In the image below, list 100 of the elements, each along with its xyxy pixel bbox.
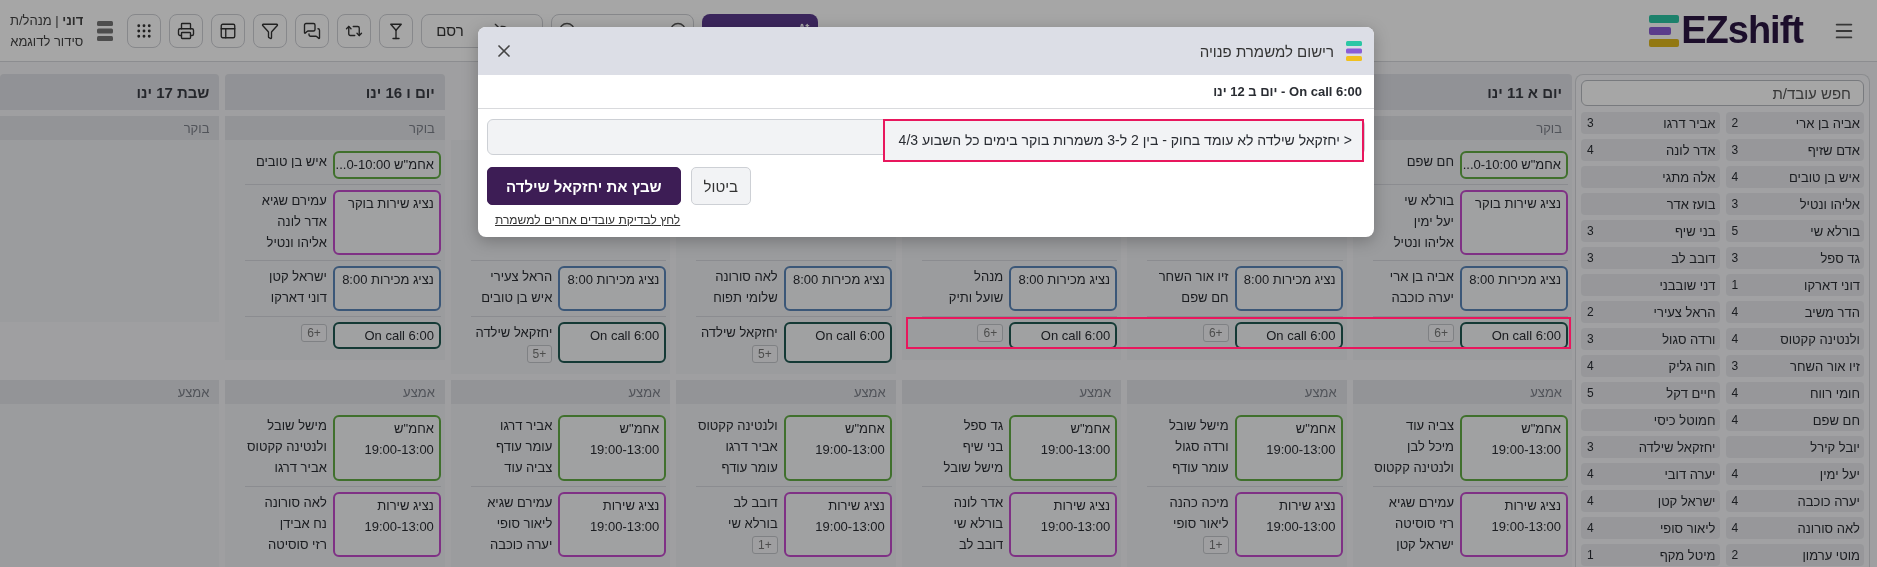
list-icon [97,20,114,41]
employee-name: אליהו ונטיל [266,234,327,252]
employee-name: איש בן טובים [255,153,327,171]
shift-title: נציג שירות בוקר [1475,195,1561,213]
shift-card[interactable]: נציג מכירות 8:00 [783,266,892,311]
shift-time: 19:00-13:00 [1040,441,1111,459]
employee-name: צביה עוד [1406,417,1454,435]
more-badge[interactable]: +5 [752,345,778,363]
shift-card[interactable]: נציג שירות בוקר [332,190,441,255]
employee-name: הראל צעירי [490,268,553,286]
layout-button[interactable] [211,13,246,48]
layout-icon [219,21,238,40]
shift-title: On call 6:00 [1491,327,1561,345]
shift-card[interactable]: נציג מכירות 8:00 [332,266,441,311]
shift-card[interactable]: נציג מכירות 8:00 [1234,266,1343,311]
shift-card[interactable]: On call 6:00 [1009,322,1118,349]
shift-title: נציג שירות [828,497,885,515]
filter-button[interactable] [253,13,288,48]
apps-icon [135,21,154,40]
shift-card[interactable]: On call 6:00 [332,322,441,349]
shift-card[interactable]: On call 6:00 [1234,322,1343,349]
shift-title: אחמ"ש [1070,420,1111,438]
shift-title: נציג מכירות 8:00 [342,271,434,289]
more-badge[interactable]: +5 [526,345,553,363]
shift-card[interactable]: נציג מכירות 8:00 [558,266,667,311]
more-badge[interactable]: +1 [752,536,778,554]
shift-card[interactable]: נציג מכירות 8:00 [1009,266,1118,311]
section-header: אמצע [450,380,671,404]
shift-time: 19:00-13:00 [589,441,660,459]
employee-item[interactable]: חמוטל כיסי [1581,409,1720,431]
employee-name: ישראל קטן [269,268,327,286]
shift-time: 19:00-13:00 [815,441,885,459]
employee-name: ישראל קטן [1396,536,1454,554]
employee-name: מיכל לבן [1407,438,1454,456]
shift-title: On call 6:00 [364,327,434,345]
shift-card[interactable]: אחמ"ש 0-10:00... [332,151,441,179]
employee-name: אביר דרגו [725,438,778,456]
employee-item[interactable]: דני שובבני [1581,274,1720,296]
more-badge[interactable]: +6 [1202,324,1229,342]
logo: EZshift [1681,9,1803,52]
shift-card[interactable]: On call 6:00 [558,322,667,363]
apps-button[interactable] [127,13,162,48]
chat-button[interactable] [295,13,330,48]
shift-title: נציג מכירות 8:00 [1243,271,1336,289]
more-badge[interactable]: +1 [1202,536,1229,554]
employee-name: אביה בן ארי [1389,268,1454,286]
employee-name: מיכה כהנה [1169,494,1229,512]
more-badge[interactable]: +6 [1428,324,1454,342]
check-others-link[interactable]: לחץ לבדיקת עובדים אחרים למשמרת [495,213,681,227]
employee-name: ליאור סופי [496,515,553,533]
employee-name: ולנטינה קקטוס [247,438,327,456]
day-header: שבת 17 ינו [0,74,220,110]
search-field[interactable]: חפש עובד/ת [1581,80,1864,106]
dialog-title: רישום למשמרת פנויה [1199,42,1334,60]
employee-name: בורלא שי [953,515,1004,533]
shift-time: 19:00-13:00 [364,441,434,459]
employee-name: גד ספל [963,417,1004,435]
employee-name: חם שפם [1181,289,1229,307]
shift-time: 19:00-13:00 [364,518,434,536]
employee-name: אליהו ונטיל [1393,234,1454,252]
employee-item[interactable]: יובל קירל [1725,436,1864,458]
employee-name: לאה סורונה [715,268,778,286]
employee-name: בורלא שי [1404,192,1454,210]
employee-name: בורלא שי [728,515,778,533]
employee-name: עמירם שגיא [261,192,327,210]
employee-name: אדר לונה [953,494,1004,512]
employee-name: צביה עוד [504,459,553,477]
assign-button[interactable]: שבץ את יחזקאל שילדה [487,167,681,205]
employee-item[interactable]: אלה מתגי [1581,166,1720,188]
more-badge[interactable]: +6 [977,324,1004,342]
employee-name: זיו אור השחר [1158,268,1229,286]
shift-card[interactable]: נציג שירות בוקר [1460,190,1568,255]
shift-title: אחמ"ש [394,420,434,438]
shift-title: נציג מכירות 8:00 [793,271,885,289]
employee-name: עומר עודף [721,459,778,477]
employee-name: חם שפם [1406,153,1454,171]
employee-name: אביר דרגו [274,459,327,477]
employee-name: ולנטינה קקטוס [1374,459,1454,477]
shift-title: נציג מכירות 8:00 [567,271,660,289]
filter-glass-button[interactable] [379,13,414,48]
shift-time: 19:00-13:00 [1266,441,1336,459]
shift-title: On call 6:00 [1266,327,1336,345]
shift-title: נציג מכירות 8:00 [1469,271,1561,289]
print-button[interactable] [169,13,204,48]
employee-item[interactable]: בועז אדר [1581,193,1720,215]
shift-time: 19:00-13:00 [815,518,885,536]
shift-title: On call 6:00 [589,327,660,345]
shift-card[interactable]: אחמ"ש 0-10:00... [1460,151,1568,179]
swap-button[interactable] [337,13,372,48]
shift-time: 19:00-13:00 [589,518,660,536]
employee-name: שועל ותיק [948,289,1004,307]
shift-title: נציג שירות בוקר [347,195,434,213]
shift-card[interactable]: On call 6:00 [783,322,892,363]
more-badge[interactable]: +6 [301,324,327,342]
shift-card[interactable]: On call 6:00 [1460,322,1568,349]
shift-card[interactable]: נציג מכירות 8:00 [1460,266,1568,311]
employee-name: דובב לב [959,536,1004,554]
section-header: אמצע [225,380,445,404]
section-header: אמצע [676,380,896,404]
cancel-button[interactable]: ביטול [690,167,752,205]
